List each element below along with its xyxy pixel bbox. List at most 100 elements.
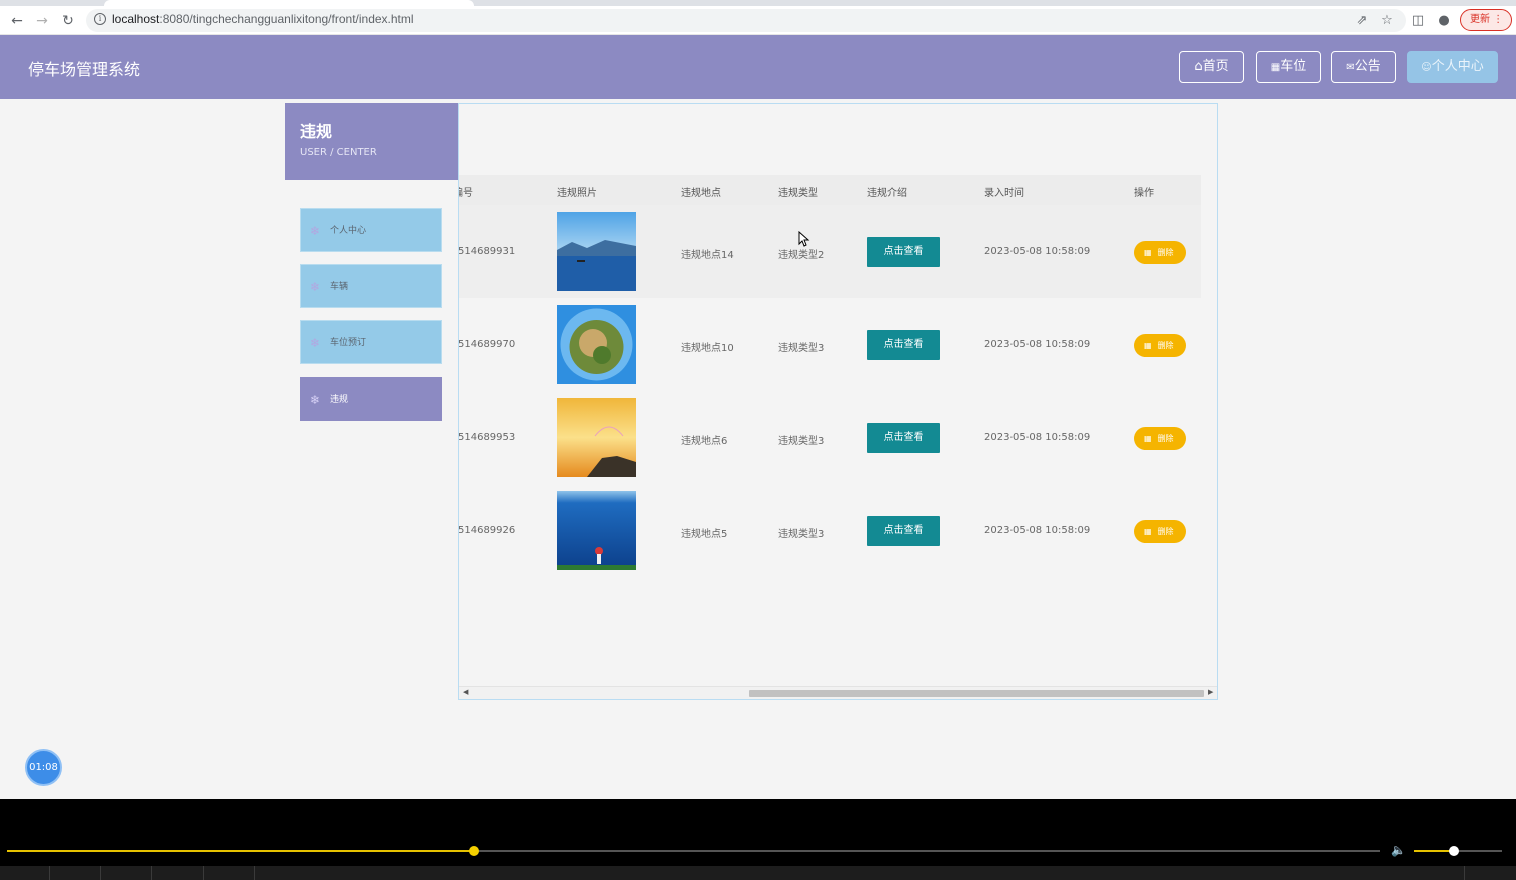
sidebar-item-booking[interactable]: ❄ 车位预订 <box>300 320 442 364</box>
cell-location: 违规地点6 <box>681 436 728 447</box>
divider <box>100 866 101 880</box>
trash-icon: ▦ <box>1144 341 1152 350</box>
profile-icon[interactable]: ● <box>1434 11 1454 31</box>
planet-photo <box>557 305 636 384</box>
nav-parking-button[interactable]: ▦车位 <box>1256 51 1321 83</box>
sidepanel-icon[interactable]: ◫ <box>1408 11 1428 31</box>
divider <box>1464 866 1465 880</box>
sidebar-title: 违规 <box>300 122 333 141</box>
violation-table-panel: 编号 违规照片 违规地点 违规类型 违规介绍 录入时间 操作 514689931… <box>458 103 1218 700</box>
reload-icon[interactable]: ↻ <box>58 11 78 31</box>
cell-time: 2023-05-08 10:58:09 <box>984 246 1091 257</box>
sunset-photo <box>557 398 636 477</box>
cell-id: 514689931 <box>458 246 516 257</box>
column-header-intro: 违规介绍 <box>867 188 907 199</box>
column-header-type: 违规类型 <box>778 188 818 199</box>
update-button[interactable]: 更新 ⋮ <box>1460 9 1512 31</box>
cell-time: 2023-05-08 10:58:09 <box>984 525 1091 536</box>
home-icon: ⌂ <box>1194 59 1203 74</box>
cell-id: 514689970 <box>458 339 516 350</box>
nav-user-center-button[interactable]: ☺个人中心 <box>1407 51 1498 83</box>
trash-icon: ▦ <box>1144 434 1152 443</box>
view-details-button[interactable]: 点击查看 <box>867 423 940 453</box>
column-header-photo: 违规照片 <box>557 188 597 199</box>
divider <box>49 866 50 880</box>
progress-knob[interactable] <box>468 846 479 856</box>
delete-button[interactable]: ▦ 删除 <box>1134 241 1186 264</box>
snowflake-icon: ❄ <box>310 224 321 238</box>
nav-home-button[interactable]: ⌂首页 <box>1179 51 1244 83</box>
view-details-button[interactable]: 点击查看 <box>867 237 940 267</box>
sea-photo <box>557 491 636 570</box>
cell-location: 违规地点14 <box>681 250 734 261</box>
gift-icon: ▦ <box>1270 62 1281 73</box>
table-row: 514689970 违规地点10 违规类型3 点击查看 2023-05-08 1… <box>459 298 1201 391</box>
table-header: 编号 违规照片 违规地点 违规类型 违规介绍 录入时间 操作 <box>459 175 1201 205</box>
cell-id: 514689926 <box>458 525 516 536</box>
app-title: 停车场管理系统 <box>28 60 141 79</box>
scroll-left-icon[interactable]: ◀ <box>463 688 468 696</box>
user-icon: ☺ <box>1421 62 1432 73</box>
progress-track[interactable] <box>7 846 1380 856</box>
table-row: 514689931 违规地点14 违规类型2 点击查看 2023-05-08 1… <box>459 205 1201 298</box>
horizontal-scrollbar[interactable]: ◀ ▶ <box>459 686 1217 699</box>
delete-button[interactable]: ▦ 删除 <box>1134 334 1186 357</box>
sidebar-item-user-center[interactable]: ❄ 个人中心 <box>300 208 442 252</box>
video-player-bar: 🔈 <box>0 799 1516 880</box>
column-header-actions: 操作 <box>1134 188 1154 199</box>
sidebar-subtitle: USER / CENTER <box>300 147 377 158</box>
progress-fill <box>7 850 474 852</box>
star-icon[interactable]: ☆ <box>1377 11 1397 31</box>
column-header-id: 编号 <box>459 188 473 199</box>
page-viewport: 停车场管理系统 ⌂首页 ▦车位 ✉公告 ☺个人中心 违规 USER / CENT… <box>0 35 1516 799</box>
table-row: 514689953 违规地点6 违规类型3 点击查看 2023-05-08 10… <box>459 391 1201 484</box>
column-header-location: 违规地点 <box>681 188 721 199</box>
snowflake-icon: ❄ <box>310 280 321 294</box>
share-icon[interactable]: ⇗ <box>1352 11 1372 31</box>
cell-location: 违规地点5 <box>681 529 728 540</box>
mail-icon: ✉ <box>1346 62 1355 73</box>
trash-icon: ▦ <box>1144 248 1152 257</box>
mouse-cursor-icon <box>798 231 810 247</box>
table-row: 514689926 违规地点5 违规类型3 点击查看 2023-05-08 10… <box>459 484 1201 577</box>
cell-time: 2023-05-08 10:58:09 <box>984 339 1091 350</box>
url-text: localhost:8080/tingchechangguanlixitong/… <box>112 12 414 26</box>
divider <box>151 866 152 880</box>
volume-fill <box>1414 850 1454 852</box>
trash-icon: ▦ <box>1144 527 1152 536</box>
cell-location: 违规地点10 <box>681 343 734 354</box>
cell-type: 违规类型2 <box>778 250 825 261</box>
volume-icon[interactable]: 🔈 <box>1391 843 1406 857</box>
volume-knob[interactable] <box>1448 846 1459 856</box>
address-bar[interactable]: i localhost:8080/tingchechangguanlixiton… <box>86 9 1406 32</box>
cell-type: 违规类型3 <box>778 436 825 447</box>
player-controls-strip <box>0 866 1516 880</box>
sidebar-header: 违规 USER / CENTER <box>285 103 458 180</box>
delete-button[interactable]: ▦ 删除 <box>1134 427 1186 450</box>
scroll-right-icon[interactable]: ▶ <box>1208 688 1213 696</box>
sidebar-item-violation[interactable]: ❄ 违规 <box>300 377 442 421</box>
column-header-time: 录入时间 <box>984 188 1024 199</box>
snowflake-icon: ❄ <box>310 336 321 350</box>
recording-timer: 01:08 <box>25 749 62 786</box>
forward-icon[interactable]: → <box>32 11 52 31</box>
delete-button[interactable]: ▦ 删除 <box>1134 520 1186 543</box>
cell-time: 2023-05-08 10:58:09 <box>984 432 1091 443</box>
scrollbar-thumb[interactable] <box>749 690 1204 697</box>
lake-photo <box>557 212 636 291</box>
cell-type: 违规类型3 <box>778 343 825 354</box>
view-details-button[interactable]: 点击查看 <box>867 516 940 546</box>
info-icon[interactable]: i <box>94 13 106 25</box>
cell-id: 514689953 <box>458 432 516 443</box>
browser-toolbar: ← → ↻ i localhost:8080/tingchechangguanl… <box>0 6 1516 35</box>
cell-type: 违规类型3 <box>778 529 825 540</box>
nav-notice-button[interactable]: ✉公告 <box>1331 51 1396 83</box>
sidebar-item-vehicle[interactable]: ❄ 车辆 <box>300 264 442 308</box>
divider <box>254 866 255 880</box>
back-icon[interactable]: ← <box>7 11 27 31</box>
divider <box>203 866 204 880</box>
volume-track[interactable] <box>1414 846 1502 856</box>
snowflake-icon: ❄ <box>310 393 321 407</box>
view-details-button[interactable]: 点击查看 <box>867 330 940 360</box>
app-header: 停车场管理系统 ⌂首页 ▦车位 ✉公告 ☺个人中心 <box>0 35 1516 99</box>
